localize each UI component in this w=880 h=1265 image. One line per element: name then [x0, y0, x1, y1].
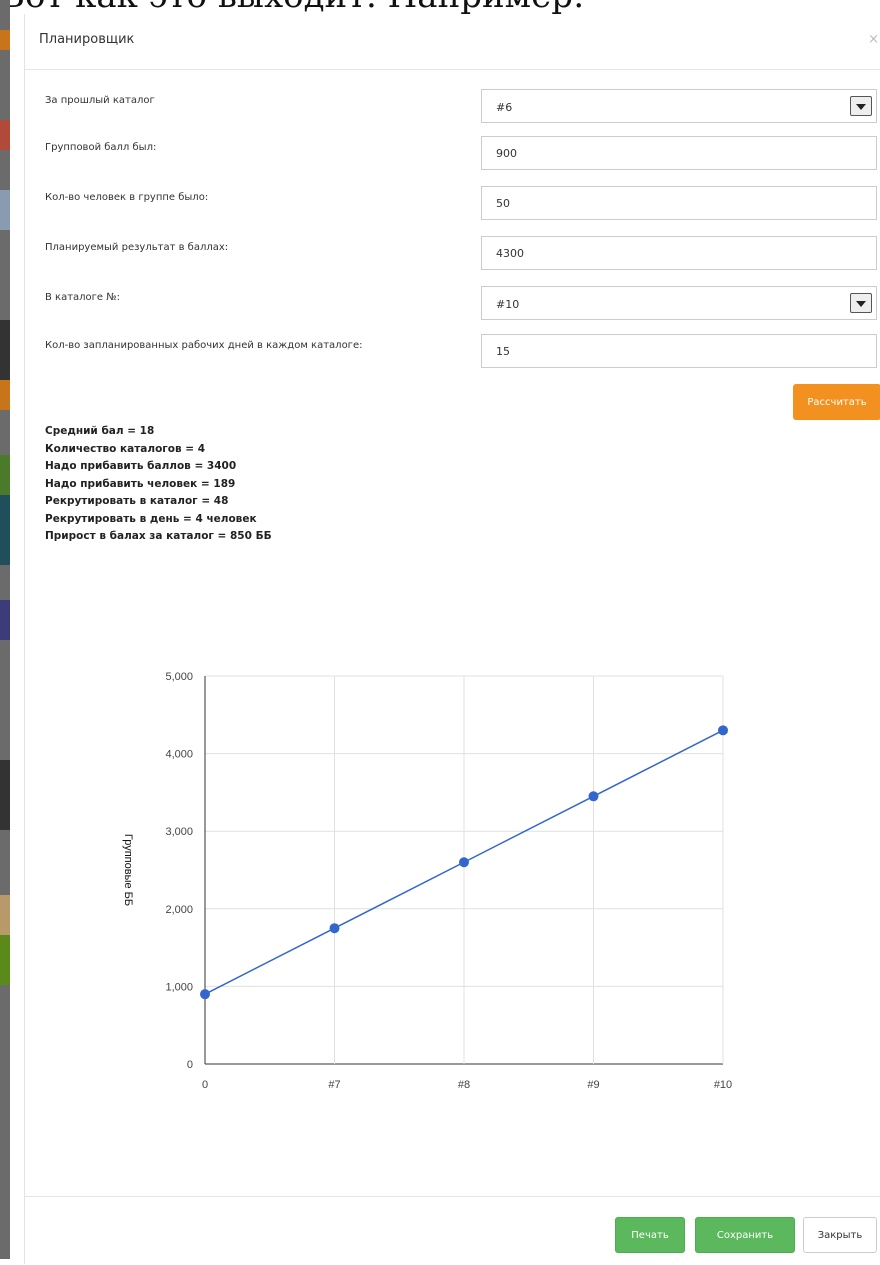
modal-title: Планировщик [39, 32, 135, 47]
y-tick-label: 4,000 [165, 749, 193, 761]
close-icon[interactable]: × [868, 32, 879, 47]
results-block: Средний бал = 18 Количество каталогов = … [45, 423, 272, 546]
target-catalog-select[interactable]: #10 [481, 286, 877, 320]
data-point [588, 791, 599, 802]
previous-catalog-select[interactable]: #6 [481, 89, 877, 123]
working-days-input[interactable] [481, 334, 877, 368]
y-tick-label: 0 [187, 1059, 193, 1071]
print-button[interactable]: Печать [615, 1217, 685, 1253]
result-points-to-add: Надо прибавить баллов = 3400 [45, 460, 237, 472]
result-growth-per-catalog: Прирост в балах за каталог = 850 ББ [45, 530, 272, 542]
target-catalog-label: В каталоге №: [45, 292, 121, 303]
y-axis-title: Групповые ББ [122, 834, 134, 906]
chevron-down-icon[interactable] [850, 96, 872, 116]
form-row-target-catalog: В каталоге №: #10 [25, 286, 880, 326]
form-row-working-days: Кол-во запланированных рабочих дней в ка… [25, 334, 880, 374]
data-point [459, 857, 469, 868]
x-tick-label: #8 [458, 1079, 470, 1091]
x-tick-label: #9 [587, 1079, 599, 1091]
result-average-points: Средний бал = 18 [45, 425, 155, 437]
result-recruit-per-day: Рекрутировать в день = 4 человек [45, 512, 257, 525]
modal-header: Планировщик × [25, 14, 880, 70]
result-catalog-count: Количество каталогов = 4 [45, 442, 206, 455]
people-count-input[interactable] [481, 186, 877, 220]
data-point [718, 725, 728, 736]
form-row-previous-catalog: За прошлый каталог #6 [25, 89, 880, 129]
previous-catalog-value: #6 [496, 101, 513, 114]
x-tick-label: 0 [202, 1079, 208, 1091]
form-row-people-count: Кол-во человек в группе было: [25, 186, 880, 226]
planned-result-input[interactable] [481, 236, 877, 270]
group-points-label: Групповой балл был: [45, 142, 157, 153]
form-row-group-points: Групповой балл был: [25, 136, 880, 176]
working-days-label: Кол-во запланированных рабочих дней в ка… [45, 340, 363, 351]
group-points-input[interactable] [481, 136, 877, 170]
modal-footer: Печать Сохранить Закрыть [25, 1196, 880, 1265]
data-point [200, 989, 210, 1000]
x-tick-label: #10 [714, 1079, 732, 1091]
form-row-planned-result: Планируемый результат в баллах: [25, 236, 880, 276]
x-tick-label: #7 [328, 1079, 340, 1091]
calculate-button[interactable]: Рассчитать [793, 384, 880, 420]
result-people-to-add: Надо прибавить человек = 189 [45, 477, 236, 490]
close-button[interactable]: Закрыть [803, 1217, 877, 1253]
people-count-label: Кол-во человек в группе было: [45, 192, 209, 203]
y-tick-label: 3,000 [165, 826, 193, 838]
y-tick-label: 1,000 [165, 981, 193, 993]
target-catalog-value: #10 [496, 298, 520, 311]
result-recruit-per-catalog: Рекрутировать в каталог = 48 [45, 495, 229, 507]
planned-result-label: Планируемый результат в баллах: [45, 242, 229, 253]
y-tick-label: 5,000 [165, 671, 193, 683]
data-point [329, 923, 340, 934]
background-page-strip [0, 0, 10, 1259]
y-tick-label: 2,000 [165, 904, 193, 916]
save-button[interactable]: Сохранить [695, 1217, 795, 1253]
planner-modal: Планировщик × За прошлый каталог #6 Груп… [24, 14, 880, 1264]
chevron-down-icon[interactable] [850, 293, 872, 313]
line-chart: 01,0002,0003,0004,0005,0000#7#8#9#10Ката… [122, 671, 732, 1091]
previous-catalog-label: За прошлый каталог [45, 95, 155, 106]
